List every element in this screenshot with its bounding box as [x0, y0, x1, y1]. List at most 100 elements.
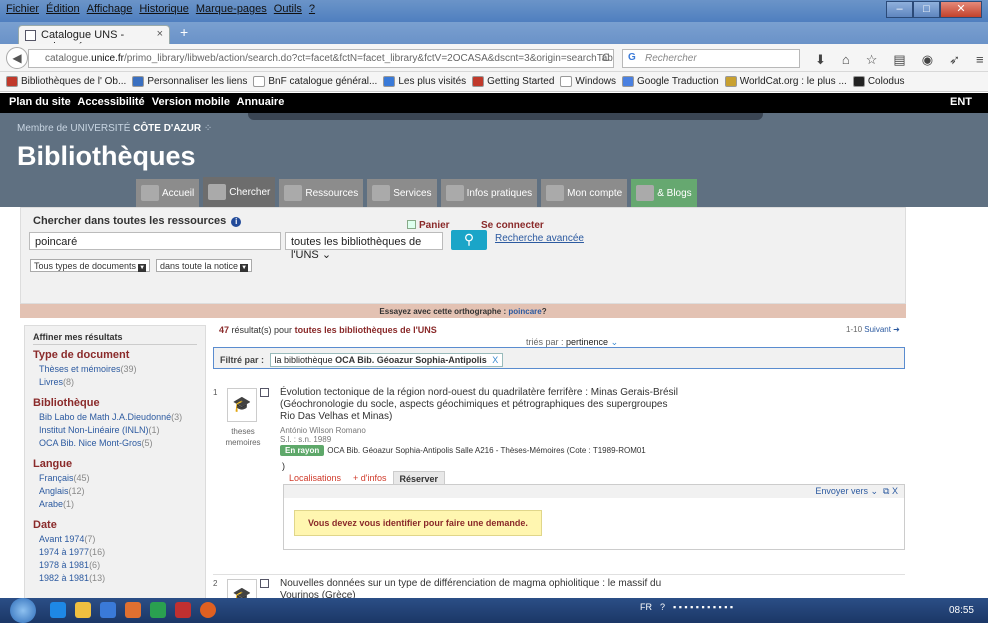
facet-heading: Bibliothèque	[33, 397, 100, 409]
facet-item[interactable]: 1978 à 1981(6)	[33, 559, 197, 572]
media-icon[interactable]	[125, 602, 141, 618]
search-input[interactable]: poincaré	[29, 232, 281, 250]
select-checkbox[interactable]	[260, 579, 269, 588]
facet-item[interactable]: Avant 1974(7)	[33, 533, 197, 546]
popout-icon[interactable]: ⧉	[881, 486, 889, 496]
download-icon[interactable]: ⬇	[815, 52, 826, 68]
facet-count: (5)	[141, 438, 153, 448]
menu-historique[interactable]: Historique	[139, 3, 189, 15]
remove-filter-icon[interactable]: X	[492, 355, 498, 365]
field-value: dans toute la notice	[160, 261, 239, 271]
menu-outils[interactable]: Outils	[274, 3, 302, 15]
help-icon[interactable]: ?	[660, 602, 665, 612]
ent-link[interactable]: ENT	[950, 96, 972, 108]
start-button[interactable]	[10, 598, 36, 623]
bookmark-item[interactable]: BnF catalogue général...	[253, 76, 377, 87]
next-page-link[interactable]: Suivant	[864, 325, 891, 334]
facet-item[interactable]: Livres(8)	[33, 376, 197, 389]
menu-affichage[interactable]: Affichage	[87, 3, 133, 15]
back-button[interactable]: ◀	[6, 47, 28, 69]
nav-item[interactable]: Mon compte	[541, 179, 628, 207]
facet-item[interactable]: OCA Bib. Nice Mont-Gros(5)	[33, 437, 197, 450]
version-mobile-link[interactable]: Version mobile	[152, 96, 230, 108]
nav-icon	[636, 185, 655, 201]
reload-icon[interactable]: C	[602, 52, 610, 64]
facet-item[interactable]: Anglais(12)	[33, 485, 197, 498]
bookmark-item[interactable]: Google Traduction	[622, 76, 719, 87]
facet-item[interactable]: Institut Non-Linéaire (INLN)(1)	[33, 424, 197, 437]
nav-label: Infos pratiques	[466, 187, 533, 199]
result-record: 1 🎓 theses memoires Évolution tectonique…	[213, 384, 905, 574]
firefox-icon[interactable]	[200, 602, 216, 618]
sort-value: pertinence	[566, 337, 609, 347]
send-to-button[interactable]: Envoyer vers	[815, 486, 868, 496]
login-link[interactable]: Se connecter	[481, 220, 544, 231]
language-indicator[interactable]: FR	[640, 602, 652, 612]
bookmark-item[interactable]: Les plus visités	[383, 76, 466, 87]
bookmark-item[interactable]: Getting Started	[472, 76, 554, 87]
nav-item[interactable]: Chercher	[203, 177, 276, 207]
result-record: 2 🎓 Nouvelles données sur un type de dif…	[213, 574, 905, 613]
star-icon[interactable]: ☆	[866, 52, 878, 68]
chevron-down-icon: ⌄	[610, 337, 619, 347]
info-icon[interactable]: i	[231, 217, 242, 227]
nav-item[interactable]: Ressources	[279, 179, 364, 207]
thesis-icon[interactable]: 🎓	[227, 388, 257, 422]
menu-help[interactable]: ?	[309, 3, 315, 15]
toolbar-icons: ⬇ ⌂ ☆ ▤ ◉ ➶ ≡	[815, 52, 984, 68]
folder-icon[interactable]	[75, 602, 91, 618]
pocket-icon[interactable]: ◉	[922, 52, 933, 68]
bookmark-item[interactable]: WorldCat.org : le plus ...	[724, 76, 847, 87]
annuaire-link[interactable]: Annuaire	[237, 96, 285, 108]
scope-select[interactable]: toutes les bibliothèques de l'UNS ⌄	[285, 232, 443, 261]
suggest-term-link[interactable]: poincare	[508, 307, 541, 316]
browser-search-input[interactable]: G Rechercher	[622, 49, 800, 68]
menu-fichier[interactable]: Fichier	[6, 3, 39, 15]
next-arrow-icon[interactable]: ➜	[893, 325, 900, 334]
home-icon[interactable]: ⌂	[842, 52, 850, 68]
app-icon[interactable]	[175, 602, 191, 618]
field-select[interactable]: dans toute la notice ▼	[156, 259, 253, 272]
menu-icon[interactable]: ≡	[976, 52, 984, 68]
bookmark-item[interactable]: Personnaliser les liens	[132, 76, 247, 87]
browser-tab[interactable]: Catalogue UNS - poincaré ×	[18, 25, 170, 53]
results-mid: résultat(s) pour	[231, 325, 293, 335]
facet-item[interactable]: 1982 à 1981(13)	[33, 572, 197, 585]
plan-du-site-link[interactable]: Plan du site	[9, 96, 71, 108]
accessibilite-link[interactable]: Accessibilité	[77, 96, 144, 108]
facet-item[interactable]: Arabe(1)	[33, 498, 197, 511]
facet-item[interactable]: 1974 à 1977(16)	[33, 546, 197, 559]
bookmark-label: Getting Started	[487, 76, 555, 87]
close-window-button[interactable]: ✕	[940, 1, 982, 18]
nav-item[interactable]: Services	[367, 179, 437, 207]
nav-item[interactable]: & Blogs	[631, 179, 697, 207]
bookmark-item[interactable]: Colodus	[852, 76, 905, 87]
doc-type-select[interactable]: Tous types de documents ▼	[30, 259, 151, 272]
app-icon[interactable]	[150, 602, 166, 618]
advanced-search-link[interactable]: Recherche avancée	[495, 233, 584, 244]
panier-label: Panier	[419, 220, 450, 231]
send-icon[interactable]: ➶	[949, 52, 960, 68]
nav-item[interactable]: Accueil	[136, 179, 200, 207]
ie-icon[interactable]	[50, 602, 66, 618]
url-bar[interactable]: catalogue.unice.fr/primo_library/libweb/…	[28, 49, 614, 68]
reading-list-icon[interactable]: ▤	[893, 52, 905, 68]
app-icon[interactable]	[100, 602, 116, 618]
maximize-button[interactable]: □	[913, 1, 940, 18]
bookmark-item[interactable]: Windows	[560, 76, 616, 87]
select-checkbox[interactable]	[260, 388, 269, 397]
new-tab-button[interactable]: +	[180, 24, 188, 40]
search-button[interactable]: ⚲	[451, 230, 487, 250]
panier-link[interactable]: Panier	[407, 220, 450, 231]
facet-item[interactable]: Bib Labo de Math J.A.Dieudonné(3)	[33, 411, 197, 424]
close-panel-icon[interactable]: X	[892, 486, 898, 496]
tab-close-icon[interactable]: ×	[157, 28, 163, 40]
minimize-button[interactable]: –	[886, 1, 913, 18]
nav-item[interactable]: Infos pratiques	[440, 179, 538, 207]
menu-marque-pages[interactable]: Marque-pages	[196, 3, 267, 15]
menu-edition[interactable]: Édition	[46, 3, 80, 15]
record-title[interactable]: Évolution tectonique de la région nord-o…	[280, 387, 680, 423]
facet-item[interactable]: Thèses et mémoires(39)	[33, 363, 197, 376]
facet-item[interactable]: Français(45)	[33, 472, 197, 485]
bookmark-item[interactable]: Bibliothèques de l' Ob...	[6, 76, 126, 87]
